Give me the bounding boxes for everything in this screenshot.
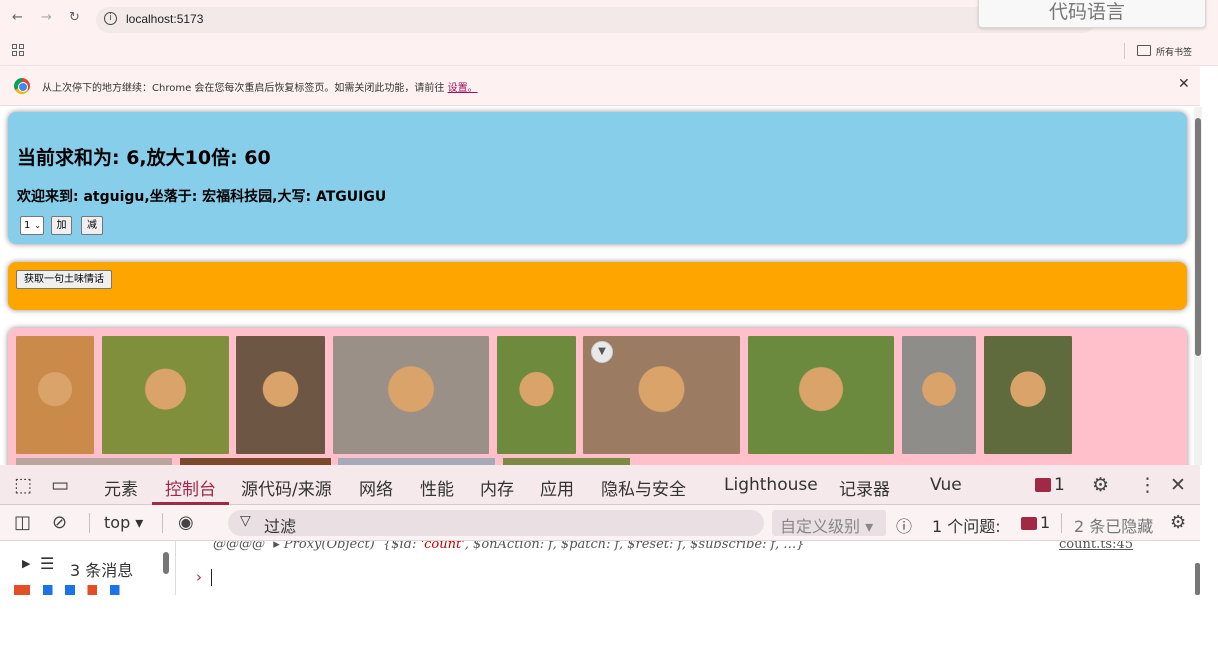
floating-overlay-text: 代码语言	[1049, 1, 1126, 23]
gear-icon[interactable]: ⚙	[1092, 474, 1109, 496]
log-level-dropdown[interactable]: 自定义级别 ▾	[772, 510, 886, 536]
sidebar-item-icons	[14, 585, 174, 595]
hidden-count-label: 2 条已隐藏	[1074, 517, 1154, 536]
floating-overlay: 代码语言	[978, 0, 1206, 28]
console-toolbar: ◫ ⊘ top ▾ ◉ ▽ 过滤 自定义级别 ▾ ⓘ 1 个问题: 1 2 条已…	[0, 505, 1200, 541]
dog-image	[503, 458, 630, 465]
bookmarks-divider	[1124, 43, 1125, 59]
console-body: ▶ ☰ 3 条消息 @@@@ ▸ Proxy(Object) {$id: 'co…	[0, 541, 1200, 595]
bookmarks-bar: 所有书签	[0, 38, 1218, 66]
sidebar-toggle-icon[interactable]: ◫	[14, 512, 31, 533]
info-icon[interactable]: ⓘ	[896, 513, 912, 537]
dog-image	[333, 336, 489, 454]
site-info-icon[interactable]: i	[104, 12, 117, 25]
device-toggle-icon[interactable]: ▭	[51, 474, 69, 496]
url-text: localhost:5173	[126, 12, 204, 26]
sum-heading: 当前求和为: 6,放大10倍: 60	[17, 147, 271, 169]
dog-image	[180, 458, 331, 465]
folder-icon	[1137, 45, 1151, 56]
sidebar-messages-item[interactable]: 3 条消息	[70, 557, 133, 581]
get-love-talk-button[interactable]: 获取一句土味情话	[16, 270, 112, 289]
toolbar-divider	[162, 513, 163, 533]
address-bar[interactable]: i localhost:5173	[96, 7, 1096, 33]
eye-icon[interactable]: ◉	[178, 512, 194, 533]
filter-placeholder: 过滤	[264, 517, 297, 536]
settings-link[interactable]: 设置。	[448, 83, 478, 94]
welcome-heading: 欢迎来到: atguigu,坐落于: 宏福科技园,大写: ATGUIGU	[17, 189, 387, 205]
gear-icon[interactable]: ⚙	[1170, 512, 1186, 533]
tab-performance[interactable]: 性能	[420, 475, 454, 500]
tab-lighthouse[interactable]: Lighthouse	[724, 475, 818, 495]
context-selector[interactable]: top ▾	[104, 513, 143, 532]
tab-vue[interactable]: Vue	[930, 475, 962, 495]
log-source-link[interactable]: count.ts:45	[1059, 541, 1133, 552]
tab-recorder[interactable]: 记录器	[839, 475, 890, 500]
list-icon: ☰	[40, 554, 55, 573]
close-icon[interactable]: ✕	[1178, 76, 1190, 92]
close-icon[interactable]: ✕	[1170, 474, 1186, 496]
dog-image	[497, 336, 576, 454]
dog-image	[16, 336, 94, 454]
dog-image	[16, 458, 172, 465]
issue-icon[interactable]	[1021, 517, 1037, 530]
console-prompt-icon: ›	[196, 568, 202, 586]
tab-application[interactable]: 应用	[540, 475, 574, 500]
step-select[interactable]: 1 ⌄	[20, 216, 44, 235]
tab-network[interactable]: 网络	[359, 475, 393, 500]
restore-tabs-infobar: 从上次停下的地方继续：Chrome 会在您每次重启后恢复标签页。如需关闭此功能，…	[0, 66, 1200, 106]
dog-image	[748, 336, 894, 454]
issues-label[interactable]: 1 个问题:	[932, 513, 1001, 537]
apps-grid-icon[interactable]	[12, 44, 24, 56]
toolbar-divider	[89, 513, 90, 533]
console-scrollbar[interactable]	[1195, 563, 1200, 595]
count-panel: 当前求和为: 6,放大10倍: 60 欢迎来到: atguigu,坐落于: 宏福…	[8, 112, 1187, 244]
all-bookmarks-label[interactable]: 所有书签	[1156, 45, 1192, 58]
console-filter-input[interactable]: ▽ 过滤	[228, 510, 764, 536]
clear-console-icon[interactable]: ⊘	[52, 512, 67, 533]
page-viewport: 当前求和为: 6,放大10倍: 60 欢迎来到: atguigu,坐落于: 宏福…	[0, 107, 1200, 465]
chevron-down-icon[interactable]: ▼	[591, 341, 613, 363]
message-icon[interactable]	[1035, 478, 1051, 492]
more-vertical-icon[interactable]: ⋮	[1138, 474, 1157, 496]
tab-memory[interactable]: 内存	[480, 475, 514, 500]
page-scrollbar-thumb[interactable]	[1195, 118, 1201, 356]
devtools-tabbar: ⬚ ▭ 元素 控制台 源代码/来源 网络 性能 内存 应用 隐私与安全 Ligh…	[0, 465, 1200, 505]
browser-toolbar: ← → ↻ i localhost:5173 代码语言	[0, 0, 1218, 38]
filter-icon: ▽	[240, 513, 251, 529]
dog-image	[102, 336, 229, 454]
console-sidebar: ▶ ☰ 3 条消息	[0, 541, 176, 595]
chrome-logo-icon	[14, 78, 30, 94]
inspect-element-icon[interactable]: ⬚	[14, 474, 32, 496]
back-icon[interactable]: ←	[12, 10, 23, 25]
expand-arrow-icon[interactable]: ▶	[22, 557, 30, 570]
tab-privacy-security[interactable]: 隐私与安全	[601, 475, 686, 500]
log-level-label: 自定义级别	[780, 517, 861, 536]
message-count[interactable]: 1	[1054, 475, 1065, 495]
issues-count[interactable]: 1	[1040, 513, 1050, 532]
reload-icon[interactable]: ↻	[69, 10, 80, 25]
chevron-down-icon: ⌄	[34, 221, 41, 230]
dog-image	[984, 336, 1072, 454]
tab-console[interactable]: 控制台	[165, 475, 216, 500]
tab-elements[interactable]: 元素	[104, 475, 138, 500]
sidebar-scrollbar[interactable]	[163, 552, 169, 574]
add-button[interactable]: 加	[51, 216, 72, 235]
forward-icon[interactable]: →	[41, 10, 52, 25]
dog-image	[902, 336, 976, 454]
dog-image	[338, 458, 495, 465]
subtract-button[interactable]: 减	[81, 216, 103, 235]
dog-image	[236, 336, 325, 454]
tab-sources[interactable]: 源代码/来源	[241, 475, 332, 500]
browser-window: ← → ↻ i localhost:5173 代码语言 所有书签 从上次停下的地…	[0, 0, 1218, 649]
infobar-message: 从上次停下的地方继续：Chrome 会在您每次重启后恢复标签页。如需关闭此功能，…	[42, 83, 478, 94]
console-log-line[interactable]: @@@@ ▸ Proxy(Object) {$id: 'count', $onA…	[213, 541, 805, 552]
toolbar-divider	[1061, 513, 1062, 533]
console-input-caret[interactable]	[211, 569, 212, 586]
love-talk-panel: 获取一句土味情话	[8, 262, 1187, 310]
